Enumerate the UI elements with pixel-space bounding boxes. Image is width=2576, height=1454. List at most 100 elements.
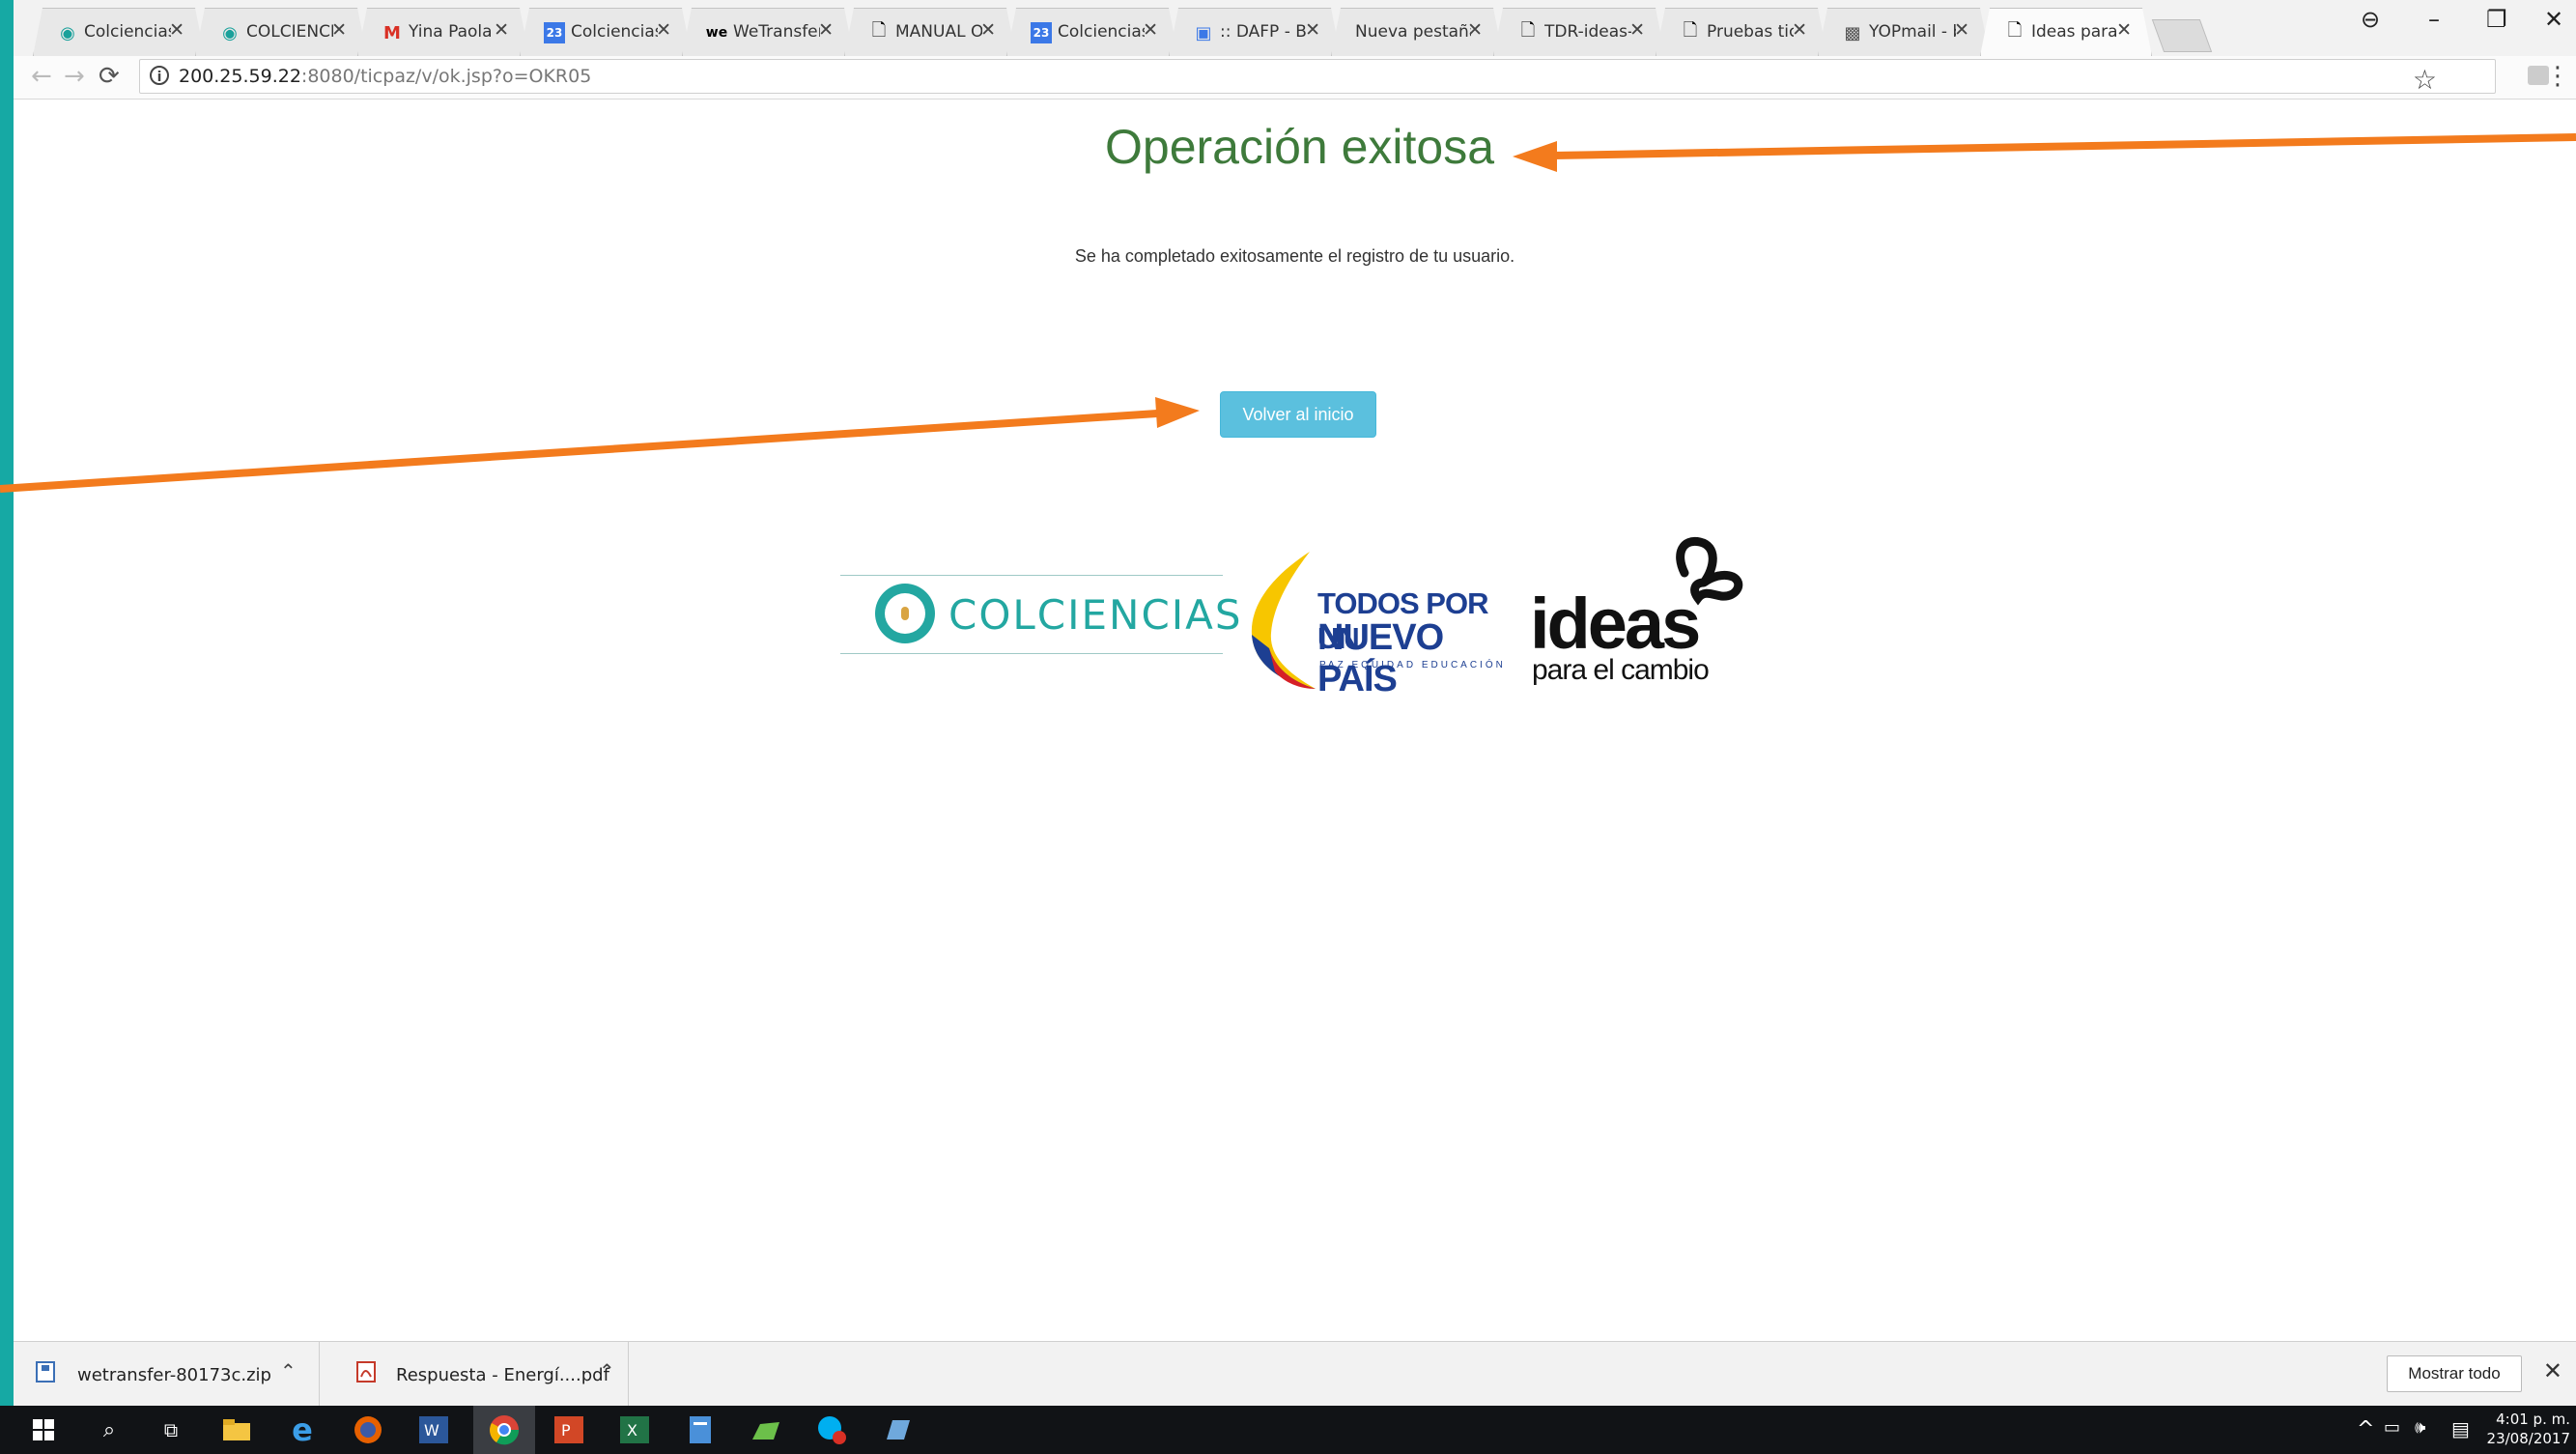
tab-label: Yina Paola P: [409, 22, 493, 42]
tab-tdr[interactable]: 🗋 TDR-ideas-p ✕: [1493, 8, 1665, 56]
tab-label: COLCIENCIAS: [246, 22, 333, 42]
forward-arrow-icon[interactable]: →: [64, 62, 85, 91]
edge-browser-icon[interactable]: e: [286, 1411, 319, 1448]
notifications-icon[interactable]: ▤: [2451, 1417, 2470, 1440]
tab-close-icon[interactable]: ✕: [169, 19, 184, 41]
window-close-icon[interactable]: ✕: [2544, 6, 2563, 33]
calendar-icon: 23: [1031, 22, 1052, 43]
tab-manual[interactable]: 🗋 MANUAL OF ✕: [844, 8, 1016, 56]
tab-label: Colciencias: [571, 22, 658, 42]
tab-label: Nueva pestaña: [1355, 22, 1471, 42]
bookmark-star-icon[interactable]: ☆: [2413, 64, 2437, 96]
page-title: Operación exitosa: [1105, 120, 1495, 174]
file-explorer-icon[interactable]: [220, 1413, 253, 1446]
menu-dots-icon[interactable]: ⋮: [2545, 62, 2570, 91]
wetransfer-icon: we: [705, 25, 728, 41]
address-toolbar: ← → ⟳ i 200.25.59.22:8080/ticpaz/v/ok.js…: [14, 56, 2576, 100]
url-field[interactable]: i 200.25.59.22:8080/ticpaz/v/ok.jsp?o=OK…: [139, 59, 2496, 96]
tab-colciencias-2[interactable]: ◉ COLCIENCIAS ✕: [195, 8, 367, 56]
tab-wetransfer[interactable]: we WeTransfer ✕: [682, 8, 854, 56]
logo-line-2: NUEVO PAÍS: [1317, 617, 1444, 699]
chevron-up-icon[interactable]: ⌃: [280, 1359, 297, 1383]
folder-app-icon[interactable]: [750, 1413, 782, 1446]
close-download-bar-icon[interactable]: ✕: [2543, 1357, 2562, 1384]
firefox-icon[interactable]: [352, 1413, 384, 1446]
chevron-up-icon[interactable]: ⌃: [599, 1359, 615, 1383]
colciencias-logo-text: COLCIENCIAS: [948, 591, 1243, 639]
logo-strip: COLCIENCIAS TODOS POR UN NUEVO PAÍS PAZ …: [840, 534, 1768, 699]
task-view-icon[interactable]: ⧉: [155, 1413, 187, 1446]
clock-date: 23/08/2017: [2486, 1430, 2570, 1447]
powerpoint-icon[interactable]: P: [552, 1413, 585, 1446]
taskbar: ⌕ ⧉ e W P X ^ ▭ 🕪 ▤ 4:01 p. m. 23/08/201…: [0, 1406, 2576, 1454]
show-all-downloads-button[interactable]: Mostrar todo: [2387, 1355, 2522, 1392]
restore-icon[interactable]: ❐: [2486, 6, 2507, 33]
tab-colciencias-1[interactable]: ◉ Colciencias ✕: [33, 8, 205, 56]
volume-icon[interactable]: 🕪: [2415, 1417, 2425, 1438]
network-icon[interactable]: ▭: [2384, 1417, 2400, 1438]
tab-close-icon[interactable]: ✕: [2116, 19, 2132, 41]
taskbar-clock[interactable]: 4:01 p. m. 23/08/2017: [2487, 1410, 2570, 1448]
tray-chevron-up-icon[interactable]: ^: [2357, 1417, 2374, 1441]
minimize-icon[interactable]: –: [2428, 6, 2440, 33]
tab-ideas-active[interactable]: 🗋 Ideas para el ✕: [1980, 8, 2152, 56]
calendar-icon: 23: [544, 22, 565, 43]
tab-pruebas[interactable]: 🗋 Pruebas ticp ✕: [1656, 8, 1827, 56]
tab-label: :: DAFP - Ba: [1220, 22, 1307, 42]
tab-yopmail[interactable]: ▩ YOPmail - bo ✕: [1818, 8, 1990, 56]
excel-icon[interactable]: X: [618, 1413, 651, 1446]
tab-close-icon[interactable]: ✕: [1629, 19, 1645, 41]
windows-start-icon[interactable]: [27, 1413, 60, 1446]
tab-label: WeTransfer: [733, 22, 820, 42]
tab-close-icon[interactable]: ✕: [494, 19, 509, 41]
tab-calendar-1[interactable]: 23 Colciencias ✕: [520, 8, 692, 56]
tab-close-icon[interactable]: ✕: [1143, 19, 1158, 41]
svg-text:X: X: [627, 1421, 637, 1440]
colombia-seal-icon: [875, 584, 935, 643]
notes-app-icon[interactable]: [881, 1413, 914, 1446]
tab-close-icon[interactable]: ✕: [1305, 19, 1320, 41]
flag-swoosh-icon: [1251, 552, 1316, 689]
tab-new-tab[interactable]: Nueva pestaña ✕: [1331, 8, 1503, 56]
tab-label: Colciencias: [1058, 22, 1145, 42]
page-icon: 🗋: [871, 20, 887, 41]
gmail-icon: M: [383, 22, 401, 43]
chrome-icon[interactable]: [473, 1406, 535, 1454]
tab-gmail[interactable]: M Yina Paola P ✕: [357, 8, 529, 56]
profile-icon[interactable]: ⊖: [2361, 6, 2380, 33]
ideas-logo-text: ideas: [1530, 584, 1701, 664]
download-item-zip[interactable]: wetransfer-80173c.zip ⌃: [14, 1342, 320, 1406]
url-path: :8080/ticpaz/v/ok.jsp?o=OKR05: [300, 66, 592, 87]
back-arrow-icon[interactable]: ←: [31, 62, 52, 91]
reload-icon[interactable]: ⟳: [99, 62, 120, 91]
download-item-pdf[interactable]: Respuesta - Energí....pdf ⌃: [319, 1342, 629, 1406]
zip-file-icon: [36, 1361, 55, 1383]
tab-close-icon[interactable]: ✕: [1954, 19, 1969, 41]
tab-calendar-2[interactable]: 23 Colciencias ✕: [1006, 8, 1178, 56]
url-host: 200.25.59.22: [179, 66, 301, 87]
tab-close-icon[interactable]: ✕: [656, 19, 671, 41]
page-icon: 🗋: [2007, 20, 2023, 41]
skype-icon[interactable]: [815, 1413, 848, 1446]
tab-strip: ◉ Colciencias ✕ ◉ COLCIENCIAS ✕ M Yina P…: [14, 0, 2576, 56]
page-icon: 🗋: [1520, 20, 1536, 41]
back-to-home-button[interactable]: Volver al inicio: [1220, 391, 1376, 438]
search-icon[interactable]: ⌕: [93, 1413, 126, 1446]
document-app-icon[interactable]: [684, 1413, 717, 1446]
tab-close-icon[interactable]: ✕: [818, 19, 834, 41]
tab-close-icon[interactable]: ✕: [331, 19, 347, 41]
colciencias-logo: COLCIENCIAS: [840, 575, 1241, 654]
tab-close-icon[interactable]: ✕: [1792, 19, 1807, 41]
tab-label: TDR-ideas-p: [1544, 22, 1628, 42]
page-content: Operación exitosa Se ha completado exito…: [14, 100, 2576, 1341]
info-icon[interactable]: i: [150, 66, 169, 85]
tab-label: MANUAL OF: [895, 22, 982, 42]
logo-line-3: PAZ EQUIDAD EDUCACIÓN: [1319, 660, 1506, 670]
new-tab-button[interactable]: [2151, 19, 2213, 52]
tab-close-icon[interactable]: ✕: [980, 19, 996, 41]
clock-time: 4:01 p. m.: [2496, 1411, 2570, 1428]
tab-dafp[interactable]: ▣ :: DAFP - Ba ✕: [1169, 8, 1341, 56]
word-icon[interactable]: W: [417, 1413, 450, 1446]
svg-text:P: P: [561, 1421, 571, 1440]
tab-close-icon[interactable]: ✕: [1467, 19, 1483, 41]
